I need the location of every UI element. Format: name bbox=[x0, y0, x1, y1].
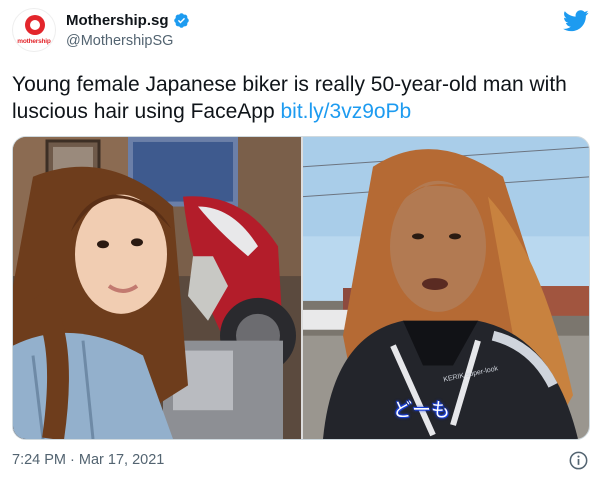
photo-left[interactable] bbox=[13, 137, 301, 439]
photo-right[interactable]: KERIK super-look どーも bbox=[303, 137, 589, 439]
author-display-name[interactable]: Mothership.sg bbox=[66, 12, 169, 29]
tweet-text: Young female Japanese biker is really 50… bbox=[12, 71, 592, 125]
verified-badge-icon bbox=[173, 12, 190, 29]
photo-left-image bbox=[13, 137, 301, 439]
author-name-row[interactable]: Mothership.sg bbox=[66, 12, 190, 29]
video-subtitle: どーも bbox=[393, 399, 451, 421]
author-handle[interactable]: @MothershipSG bbox=[66, 33, 173, 49]
tweet-card: mothership Mothership.sg @MothershipSG Y… bbox=[0, 0, 600, 477]
photo-right-image bbox=[303, 137, 589, 439]
avatar-label: mothership bbox=[17, 38, 51, 45]
info-icon[interactable] bbox=[569, 451, 588, 470]
tweet-timestamp[interactable]: 7:24 PM · Mar 17, 2021 bbox=[12, 452, 164, 468]
mothership-logo-icon bbox=[25, 15, 45, 35]
avatar[interactable]: mothership bbox=[12, 8, 56, 52]
twitter-bird-icon[interactable] bbox=[563, 10, 589, 32]
tweet-media[interactable]: KERIK super-look どーも bbox=[12, 136, 590, 440]
tweet-link[interactable]: bit.ly/3vz9oPb bbox=[281, 100, 412, 123]
